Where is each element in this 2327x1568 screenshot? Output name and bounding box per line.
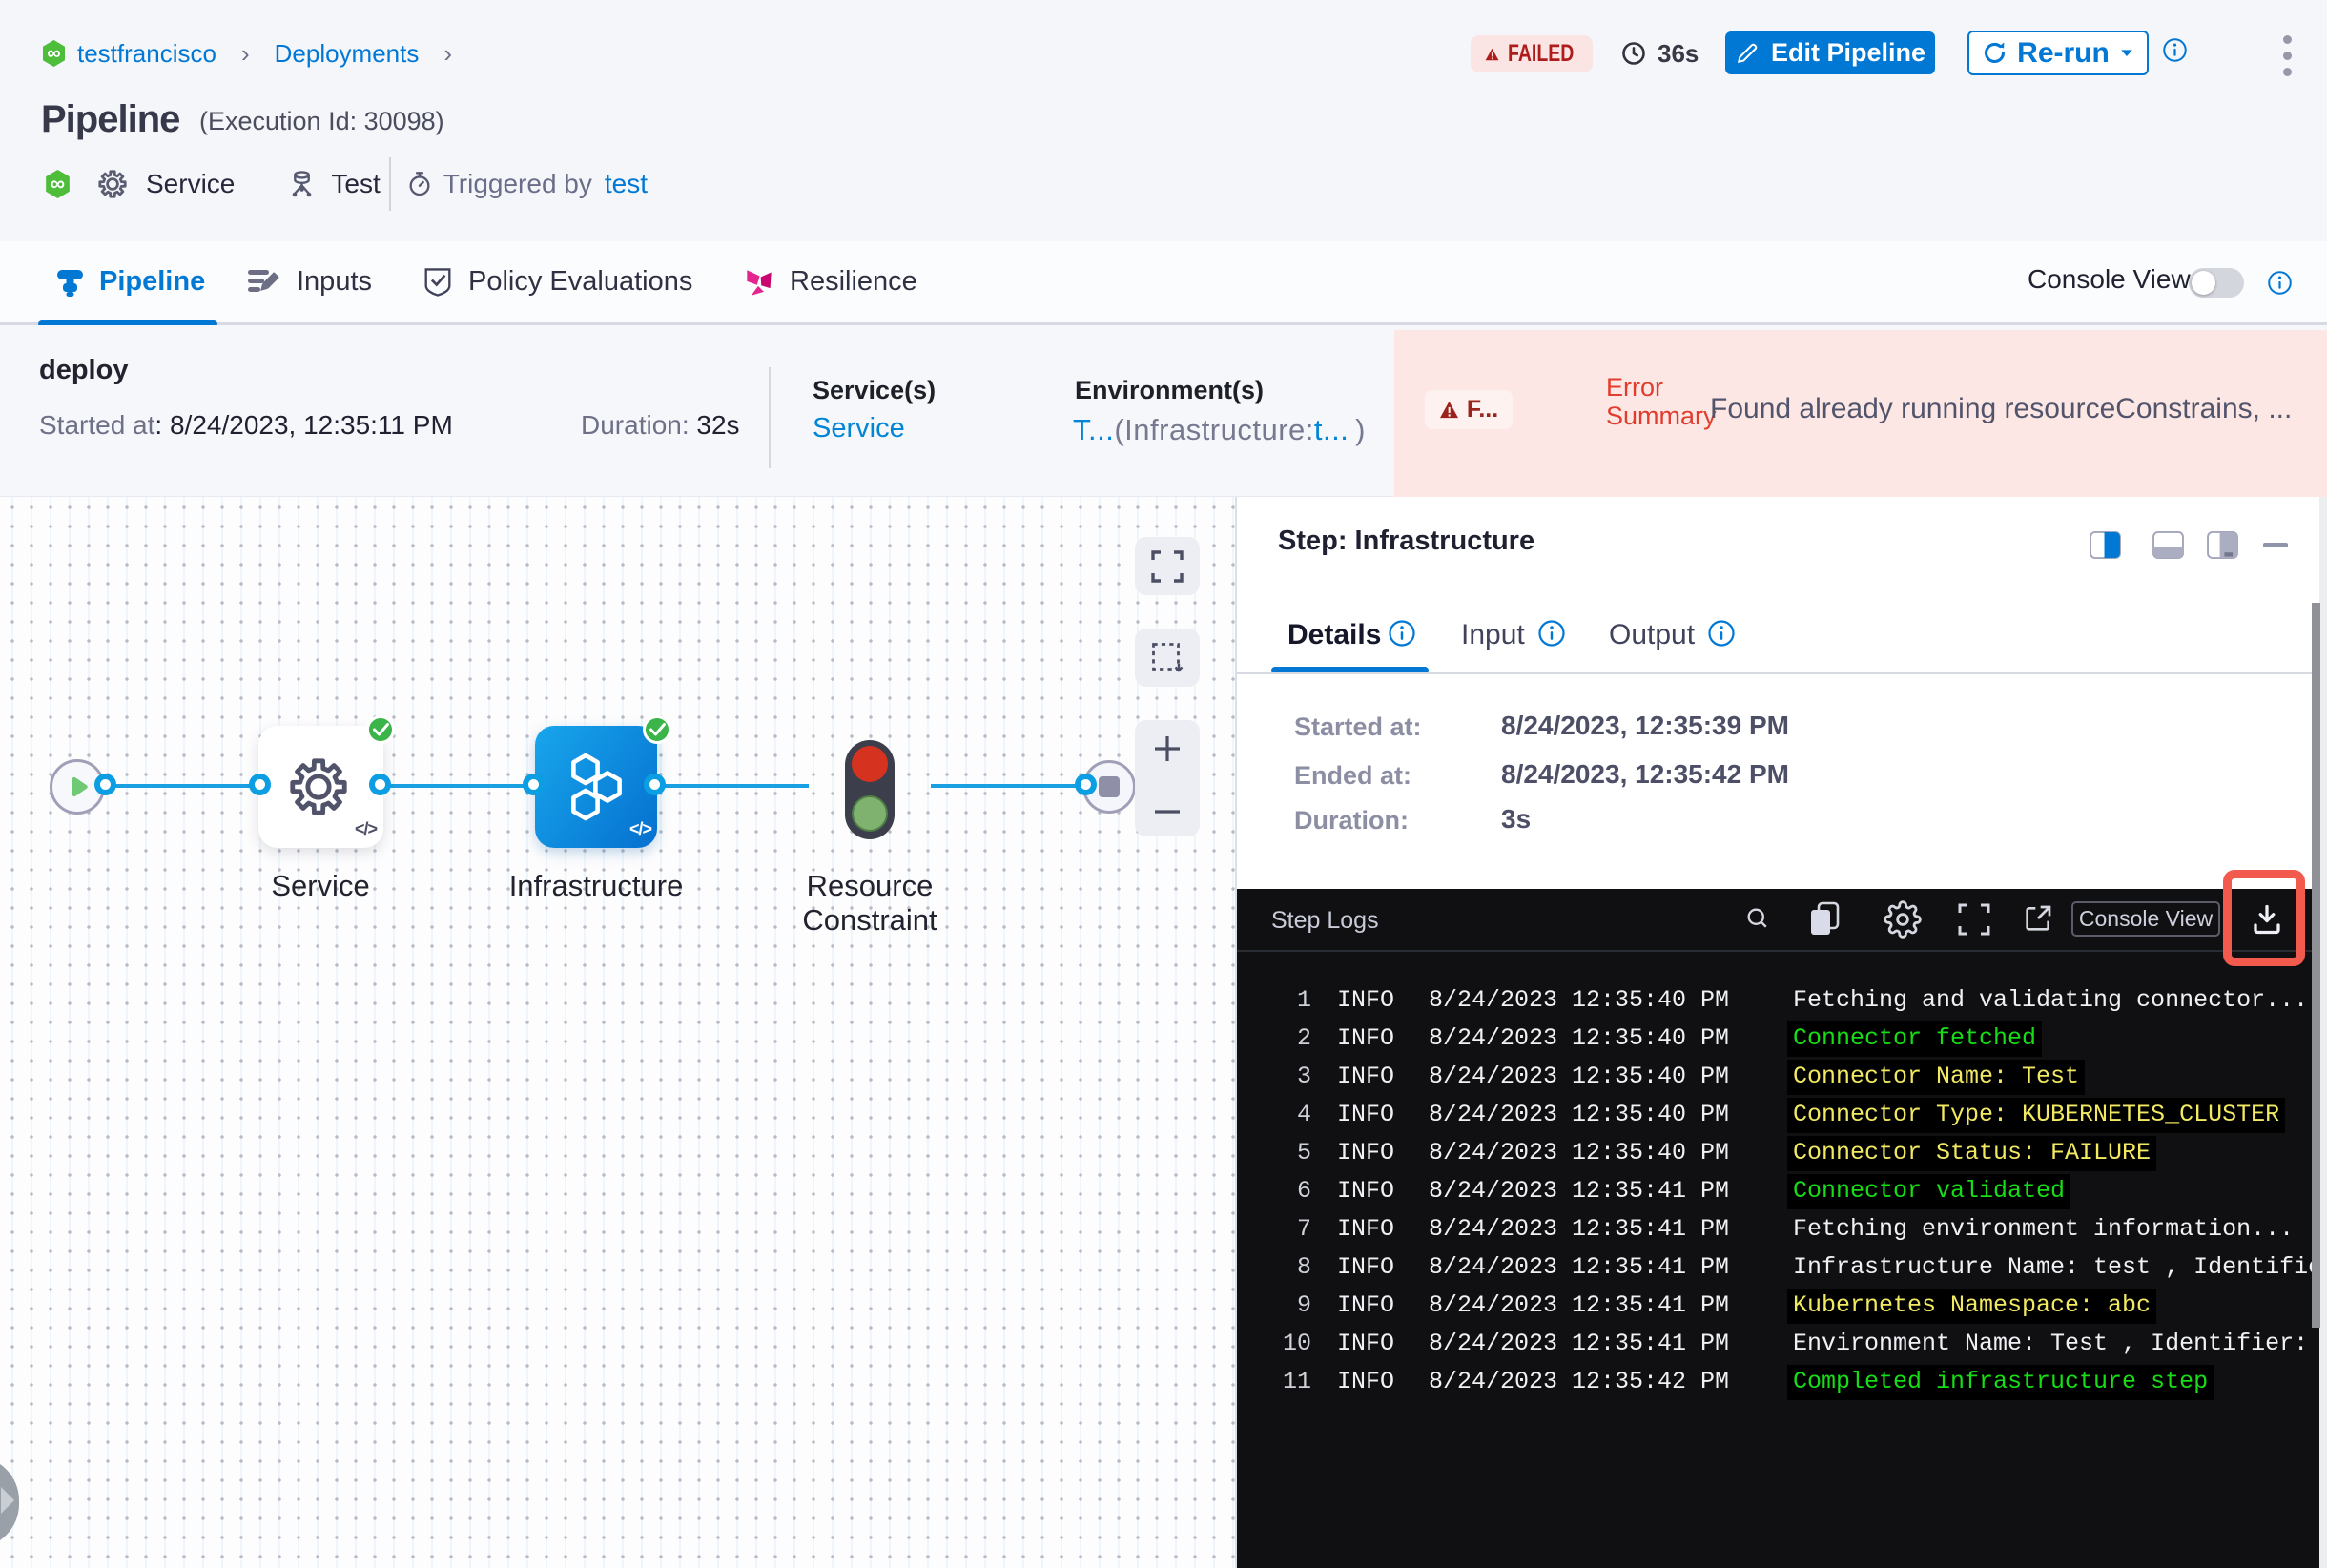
svg-text:∞: ∞: [51, 172, 65, 195]
svg-text:∞: ∞: [47, 43, 60, 64]
